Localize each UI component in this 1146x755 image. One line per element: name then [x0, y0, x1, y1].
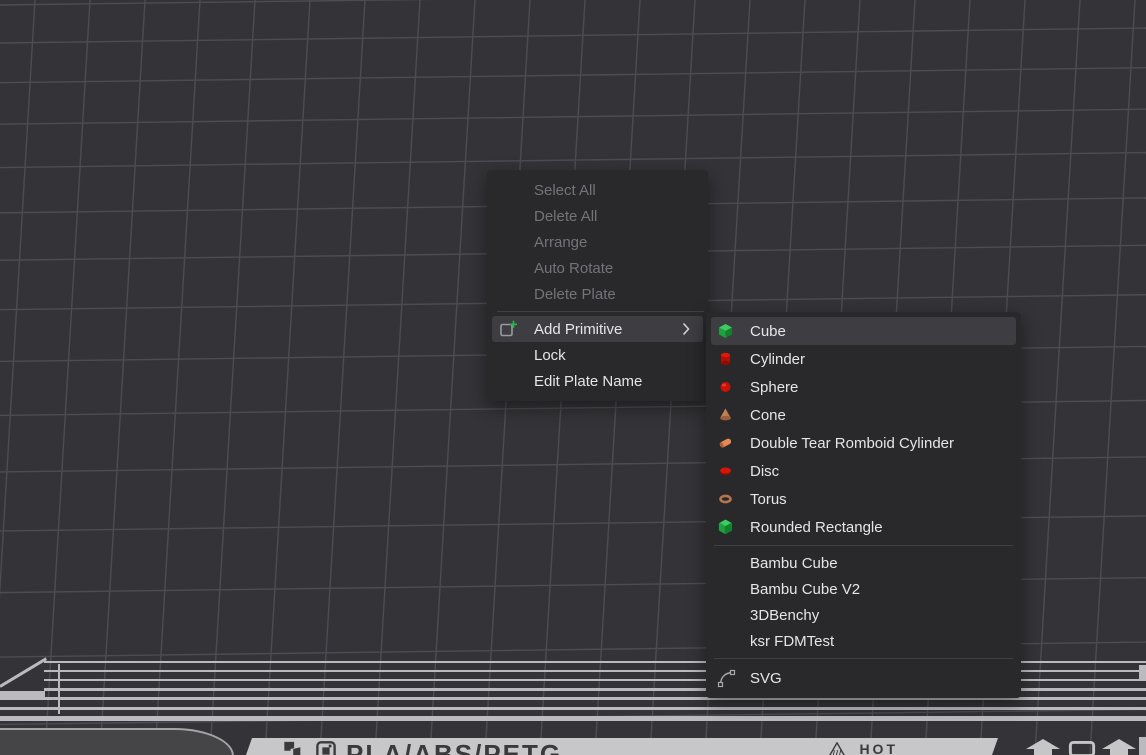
viewport-3d[interactable]: PLA/ABS/PETG HOT Select All Delete All A…	[0, 0, 1146, 755]
hot-warning: HOT	[827, 738, 898, 755]
add-primitive-submenu: Cube Cylinder Sphere Cone	[706, 312, 1021, 698]
cube-icon	[717, 323, 734, 340]
submenu-item-svg[interactable]: SVG	[706, 663, 1021, 693]
context-menu: Select All Delete All Arrange Auto Rotat…	[487, 170, 708, 401]
rounded-rectangle-icon	[717, 519, 734, 536]
hot-label: HOT	[859, 741, 898, 755]
cylinder-icon	[717, 351, 734, 368]
menu-item-arrange: Arrange	[487, 229, 708, 255]
submenu-item-cube[interactable]: Cube	[711, 317, 1016, 345]
menu-item-edit-plate-name[interactable]: Edit Plate Name	[487, 368, 708, 394]
submenu-item-cone[interactable]: Cone	[706, 401, 1021, 429]
torus-icon	[717, 491, 734, 508]
submenu-item-disc[interactable]: Disc	[706, 457, 1021, 485]
submenu-item-bambu-cube[interactable]: Bambu Cube	[706, 550, 1021, 576]
bambu-logo-icon	[283, 741, 307, 755]
menu-item-select-all: Select All	[487, 177, 708, 203]
submenu-item-double-tear-romboid-cylinder[interactable]: Double Tear Romboid Cylinder	[706, 429, 1021, 457]
chevron-right-icon	[682, 322, 690, 336]
menu-separator	[497, 311, 704, 312]
submenu-item-cylinder[interactable]: Cylinder	[706, 345, 1021, 373]
menu-item-add-primitive[interactable]: Add Primitive	[492, 316, 703, 342]
submenu-item-sphere[interactable]: Sphere	[706, 373, 1021, 401]
submenu-item-3dbenchy[interactable]: 3DBenchy	[706, 602, 1021, 628]
add-primitive-icon	[498, 319, 518, 339]
submenu-item-torus[interactable]: Torus	[706, 485, 1021, 513]
menu-item-auto-rotate: Auto Rotate	[487, 255, 708, 281]
plate-material-label: PLA/ABS/PETG	[346, 741, 562, 755]
sphere-icon	[717, 379, 734, 396]
submenu-item-ksr-fdmtest[interactable]: ksr FDMTest	[706, 628, 1021, 654]
plate-arrow-up-icon	[1026, 739, 1060, 755]
build-plate-corner-tab	[0, 728, 234, 755]
build-plate-label-strip: PLA/ABS/PETG HOT	[246, 738, 998, 755]
submenu-separator	[714, 545, 1013, 546]
qr-code-icon	[316, 741, 336, 755]
menu-item-delete-all: Delete All	[487, 203, 708, 229]
disc-icon	[717, 463, 734, 480]
romboid-cylinder-icon	[717, 435, 734, 452]
submenu-item-bambu-cube-v2[interactable]: Bambu Cube V2	[706, 576, 1021, 602]
submenu-separator	[714, 658, 1013, 659]
submenu-item-rounded-rectangle[interactable]: Rounded Rectangle	[706, 513, 1021, 541]
menu-item-delete-plate: Delete Plate	[487, 281, 708, 307]
svg-bezier-icon	[717, 669, 736, 688]
cone-icon	[717, 407, 734, 424]
plate-alignment-rect-icon	[1064, 741, 1100, 755]
hot-warning-icon	[827, 741, 847, 755]
plate-arrow-up-icon	[1102, 739, 1136, 755]
menu-item-lock[interactable]: Lock	[487, 342, 708, 368]
